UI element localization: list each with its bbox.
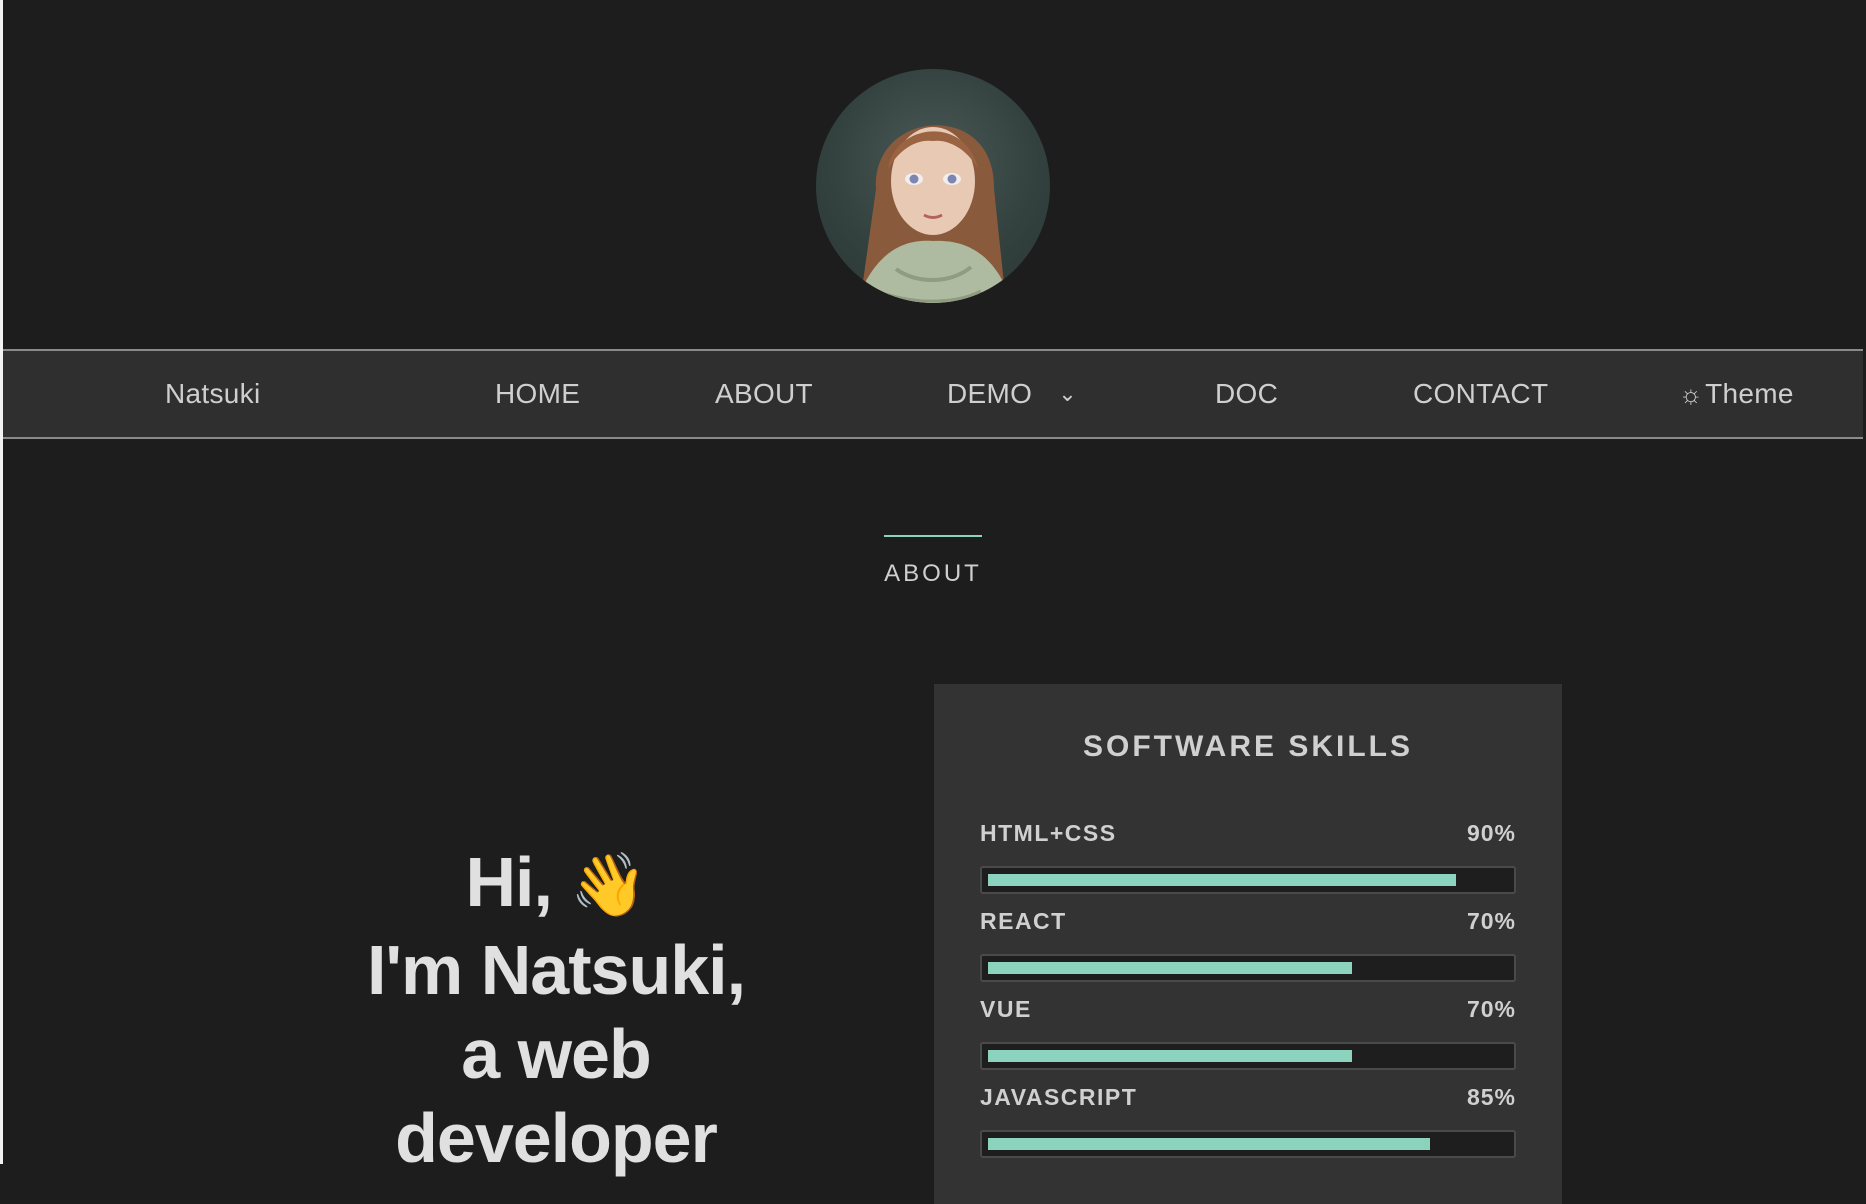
skill-percent: 70% bbox=[1466, 996, 1516, 1022]
theme-toggle-label: Theme bbox=[1705, 378, 1794, 409]
sun-icon: ☼ bbox=[1679, 379, 1704, 409]
waving-hand-icon: 👋 bbox=[570, 851, 647, 920]
skill-progress-track bbox=[980, 1130, 1516, 1158]
skill-percent: 85% bbox=[1466, 1084, 1516, 1110]
skill-name: JAVASCRIPT bbox=[980, 1084, 1138, 1110]
nav-item-demo[interactable]: DEMO ⌄ bbox=[947, 351, 1077, 437]
hero-heading: Hi, 👋 I'm Natsuki, a web developer bbox=[300, 840, 812, 1180]
skill-name: VUE bbox=[980, 996, 1032, 1022]
skill-name: REACT bbox=[980, 908, 1067, 934]
skill-progress-track bbox=[980, 866, 1516, 894]
chevron-down-icon: ⌄ bbox=[1058, 381, 1077, 406]
section-divider bbox=[884, 535, 982, 537]
section-title: ABOUT bbox=[884, 560, 982, 587]
skill-percent: 90% bbox=[1466, 820, 1516, 846]
skill-progress-fill bbox=[988, 1050, 1352, 1062]
theme-toggle[interactable]: ☼Theme bbox=[1679, 351, 1794, 437]
nav-item-demo-label: DEMO bbox=[947, 378, 1033, 409]
skill-progress-track bbox=[980, 954, 1516, 982]
navbar: Natsuki HOME ABOUT DEMO ⌄ DOC CONTACT ☼Th… bbox=[3, 349, 1863, 439]
skill-progress-track bbox=[980, 1042, 1516, 1070]
hero-line-2: I'm Natsuki, bbox=[366, 931, 746, 1009]
hero-greeting: Hi, bbox=[465, 843, 552, 921]
skill-progress-fill bbox=[988, 962, 1352, 974]
avatar-portrait-image bbox=[856, 125, 1012, 303]
skill-percent: 70% bbox=[1466, 908, 1516, 934]
nav-item-doc[interactable]: DOC bbox=[1215, 351, 1278, 437]
skills-card: SOFTWARE SKILLS HTML+CSS 90% REACT 70% V… bbox=[934, 684, 1562, 1204]
avatar bbox=[816, 69, 1050, 303]
skill-progress-fill bbox=[988, 874, 1456, 886]
hero-line-3: a web bbox=[461, 1015, 652, 1093]
nav-item-about[interactable]: ABOUT bbox=[715, 351, 813, 437]
skills-title: SOFTWARE SKILLS bbox=[1083, 730, 1413, 763]
skill-progress-fill bbox=[988, 1138, 1430, 1150]
nav-item-contact[interactable]: CONTACT bbox=[1413, 351, 1548, 437]
hero-line-4: developer bbox=[395, 1099, 718, 1177]
brand-link[interactable]: Natsuki bbox=[165, 351, 260, 437]
nav-item-home[interactable]: HOME bbox=[495, 351, 580, 437]
hero-line-1: Hi, 👋 bbox=[300, 840, 812, 928]
skill-name: HTML+CSS bbox=[980, 820, 1117, 846]
